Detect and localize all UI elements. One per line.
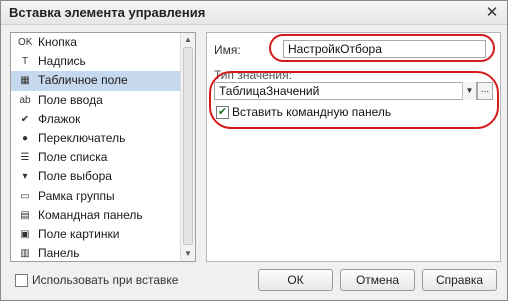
control-type-item[interactable]: ▣ Поле картинки — [11, 225, 181, 244]
control-type-item[interactable]: ab Поле ввода — [11, 91, 181, 110]
ok-button[interactable]: ОК — [258, 269, 333, 291]
control-type-label: Флажок — [38, 111, 81, 126]
control-type-item[interactable]: ▭ Рамка группы — [11, 187, 181, 206]
insert-control-dialog: Вставка элемента управления ✕ OK Кнопка T Н… — [0, 0, 508, 301]
value-type-label: Тип значения: — [214, 68, 292, 82]
use-on-insert-label[interactable]: Использовать при вставке — [32, 273, 178, 287]
control-type-label: Рамка группы — [38, 188, 115, 203]
table-icon: ▦ — [20, 75, 30, 87]
value-type-field[interactable]: ТаблицаЗначений — [214, 82, 477, 100]
input-field-icon: ab — [19, 94, 31, 106]
control-type-label: Поле картинки — [38, 226, 120, 241]
control-type-item[interactable]: ▥ Панель — [11, 244, 181, 261]
control-type-item[interactable]: ▦ Табличное поле — [11, 71, 181, 91]
checkbox-icon: ✔ — [20, 113, 30, 125]
command-panel-icon: ▤ — [20, 209, 30, 221]
radio-icon: ● — [21, 132, 29, 144]
control-type-label: Командная панель — [38, 207, 143, 222]
scroll-up-icon[interactable]: ▲ — [182, 34, 194, 46]
button-icon: OK — [18, 37, 33, 48]
picture-field-icon: ▣ — [20, 228, 30, 240]
name-input-value: НастройкОтбора — [288, 42, 382, 56]
group-frame-icon: ▭ — [20, 190, 30, 202]
control-type-item[interactable]: ☰ Поле списка — [11, 148, 181, 167]
list-field-icon: ☰ — [20, 152, 30, 164]
use-on-insert-checkbox[interactable] — [15, 274, 28, 287]
control-type-item[interactable]: ✔ Флажок — [11, 110, 181, 129]
control-type-label: Переключатель — [38, 130, 126, 145]
scroll-thumb[interactable] — [183, 47, 193, 245]
value-type-value: ТаблицаЗначений — [219, 84, 320, 98]
control-type-label: Поле выбора — [38, 169, 112, 184]
name-input[interactable]: НастройкОтбора — [283, 40, 486, 58]
insert-command-panel-checkbox[interactable]: ✔ — [216, 106, 229, 119]
help-button[interactable]: Справка — [422, 269, 497, 291]
list-scrollbar[interactable]: ▲ ▼ — [180, 33, 195, 261]
control-type-list[interactable]: OK Кнопка T Надпись ▦ Табличное поле ab Поле вв… — [10, 32, 196, 262]
close-icon[interactable]: ✕ — [483, 4, 501, 22]
control-type-label: Панель — [38, 246, 80, 261]
scroll-down-icon[interactable]: ▼ — [182, 248, 194, 260]
control-type-label: Поле ввода — [38, 92, 103, 107]
value-type-select-button[interactable]: ... — [477, 82, 493, 100]
cancel-button[interactable]: Отмена — [340, 269, 415, 291]
control-type-item[interactable]: ● Переключатель — [11, 129, 181, 148]
name-label: Имя: — [214, 43, 241, 57]
insert-command-panel-label[interactable]: Вставить командную панель — [232, 105, 391, 119]
dialog-title: Вставка элемента управления — [9, 5, 206, 20]
value-type-dropdown-icon[interactable]: ▼ — [462, 82, 476, 100]
control-type-item[interactable]: OK Кнопка — [11, 33, 181, 52]
properties-panel: Имя: НастройкОтбора Тип значения: Таблиц… — [206, 32, 501, 262]
title-bar: Вставка элемента управления ✕ — [1, 1, 507, 25]
control-type-label: Надпись — [38, 54, 86, 69]
control-type-item[interactable]: T Надпись — [11, 52, 181, 71]
control-type-label: Кнопка — [38, 35, 77, 49]
label-icon: T — [21, 56, 29, 68]
control-type-items: OK Кнопка T Надпись ▦ Табличное поле ab Поле вв… — [11, 33, 181, 261]
select-field-icon: ▾ — [22, 171, 28, 183]
control-type-label: Табличное поле — [38, 73, 128, 88]
panel-icon: ▥ — [20, 248, 30, 260]
control-type-item[interactable]: ▤ Командная панель — [11, 206, 181, 225]
control-type-label: Поле списка — [38, 150, 108, 165]
control-type-item[interactable]: ▾ Поле выбора — [11, 167, 181, 186]
